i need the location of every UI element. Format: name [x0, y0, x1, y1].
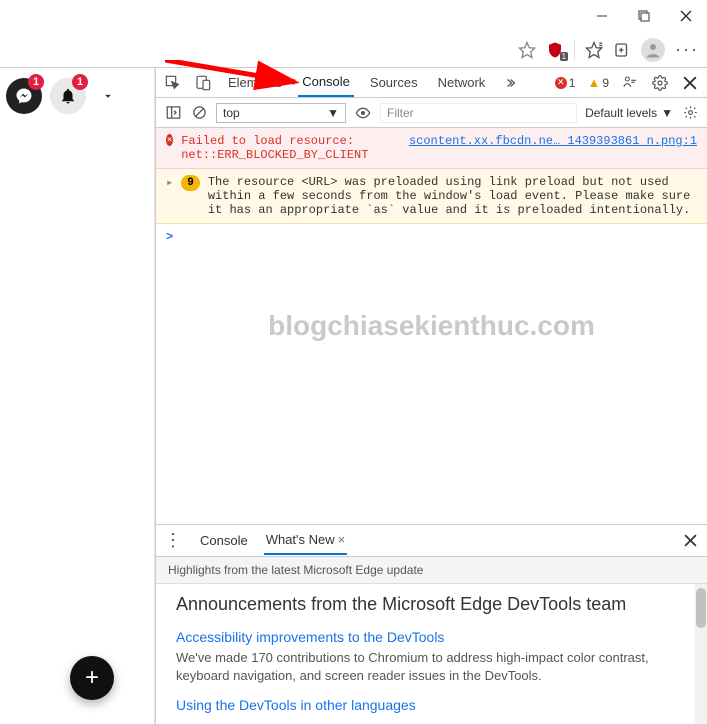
messenger-bubble[interactable]: 1	[6, 78, 42, 114]
console-settings-icon[interactable]	[681, 104, 699, 122]
error-icon: ✕	[166, 134, 173, 146]
notifications-badge: 1	[72, 74, 88, 90]
tab-console[interactable]: Console	[298, 68, 354, 97]
collections-icon[interactable]	[613, 41, 631, 59]
favorites-icon[interactable]	[585, 41, 603, 59]
live-expression-icon[interactable]	[354, 104, 372, 122]
console-warning-row[interactable]: ▸ 9 The resource <URL> was preloaded usi…	[156, 169, 707, 224]
devtools-drawer: ⋮ Console What's New× Highlights from th…	[156, 524, 707, 724]
shield-badge: 1	[560, 52, 568, 61]
warning-count-badge: 9	[181, 175, 200, 191]
profile-avatar-icon[interactable]	[641, 38, 665, 62]
settings-gear-icon[interactable]	[651, 74, 669, 92]
filter-input[interactable]: Filter	[380, 103, 577, 123]
chevron-down-icon: ▼	[327, 106, 339, 120]
notifications-bubble[interactable]: 1	[50, 78, 86, 114]
window-titlebar	[0, 0, 707, 32]
page-content-pane: 1 1 +	[0, 68, 155, 724]
more-tabs-icon[interactable]	[501, 74, 519, 92]
sidebar-toggle-icon[interactable]	[164, 104, 182, 122]
messenger-badge: 1	[28, 74, 44, 90]
fab-plus-icon: +	[85, 664, 99, 692]
device-toggle-icon[interactable]	[194, 74, 212, 92]
news-link-2[interactable]: Using the DevTools in other languages	[176, 697, 687, 713]
log-levels-selector[interactable]: Default levels ▼	[585, 106, 673, 120]
maximize-button[interactable]	[623, 0, 665, 32]
drawer-body: Announcements from the Microsoft Edge De…	[156, 584, 707, 724]
context-value: top	[223, 106, 240, 120]
scrollbar-thumb[interactable]	[696, 588, 706, 628]
console-output: ✕ Failed to load resource: net::ERR_BLOC…	[156, 128, 707, 524]
watermark-text: blogchiasekienthuc.com	[268, 310, 595, 342]
close-window-button[interactable]	[665, 0, 707, 32]
minimize-button[interactable]	[581, 0, 623, 32]
warning-text: The resource <URL> was preloaded using l…	[208, 175, 697, 217]
drawer-subtitle: Highlights from the latest Microsoft Edg…	[156, 557, 707, 584]
clear-console-icon[interactable]	[190, 104, 208, 122]
favorite-star-icon[interactable]	[518, 41, 536, 59]
drawer-tab-console[interactable]: Console	[198, 527, 250, 554]
tab-network[interactable]: Network	[434, 69, 490, 96]
browser-toolbar: 1 ···	[0, 32, 707, 68]
console-prompt[interactable]: >	[156, 224, 707, 250]
more-menu-icon[interactable]: ···	[675, 39, 699, 60]
drawer-close-icon[interactable]	[681, 532, 699, 550]
feedback-icon[interactable]	[621, 74, 639, 92]
news-body-1: We've made 170 contributions to Chromium…	[176, 649, 687, 685]
inspect-element-icon[interactable]	[164, 74, 182, 92]
scrollbar-track[interactable]	[695, 584, 707, 724]
devtools-tabbar: Elements Console Sources Network ✕1 ▲9	[156, 68, 707, 98]
chevron-down-icon: ▼	[661, 106, 673, 120]
drawer-more-icon[interactable]: ⋮	[164, 530, 184, 551]
tab-elements[interactable]: Elements	[224, 69, 286, 96]
shield-icon[interactable]: 1	[546, 41, 564, 59]
drawer-tab-whatsnew[interactable]: What's New×	[264, 526, 348, 555]
context-selector[interactable]: top ▼	[216, 103, 346, 123]
expand-icon[interactable]: ▸	[166, 175, 173, 217]
tab-sources[interactable]: Sources	[366, 69, 422, 96]
error-source-link[interactable]: scontent.xx.fbcdn.ne… 1439393861 n.png:1	[409, 134, 697, 162]
account-dropdown-icon[interactable]	[94, 82, 122, 110]
close-tab-icon[interactable]: ×	[338, 532, 346, 547]
devtools-panel: Elements Console Sources Network ✕1 ▲9	[155, 68, 707, 724]
console-filterbar: top ▼ Filter Default levels ▼	[156, 98, 707, 128]
fab-new-button[interactable]: +	[70, 656, 114, 700]
error-text: Failed to load resource: net::ERR_BLOCKE…	[181, 134, 401, 162]
console-error-row[interactable]: ✕ Failed to load resource: net::ERR_BLOC…	[156, 128, 707, 169]
news-link-1[interactable]: Accessibility improvements to the DevToo…	[176, 629, 687, 645]
separator	[574, 40, 575, 60]
error-count[interactable]: ✕1	[555, 76, 576, 90]
warning-count[interactable]: ▲9	[587, 75, 609, 90]
devtools-close-icon[interactable]	[681, 74, 699, 92]
drawer-heading: Announcements from the Microsoft Edge De…	[176, 594, 687, 615]
drawer-tabbar: ⋮ Console What's New×	[156, 525, 707, 557]
